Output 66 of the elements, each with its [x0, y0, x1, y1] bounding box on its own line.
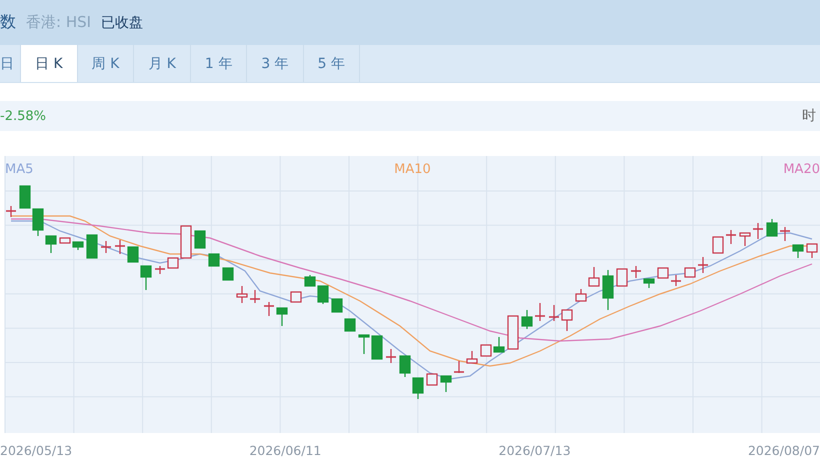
date-label: 2026/07/13	[498, 443, 571, 458]
candlestick	[698, 257, 708, 273]
candlestick	[561, 309, 573, 331]
candlestick	[72, 241, 84, 250]
candlestick	[155, 266, 165, 274]
candlestick	[358, 334, 370, 354]
candlestick	[399, 355, 411, 377]
candlestick	[440, 375, 452, 392]
candlestick	[276, 307, 288, 326]
candlestick	[631, 266, 641, 278]
candlestick	[264, 302, 274, 316]
candlestick	[140, 265, 152, 290]
candlestick	[507, 315, 519, 350]
candlestick	[86, 234, 98, 259]
candlestick	[236, 286, 248, 303]
candlestick	[602, 270, 614, 310]
candlestick	[290, 291, 302, 303]
change-percent: -2.58%	[0, 108, 46, 124]
candlestick	[657, 267, 669, 279]
period-tab[interactable]: 日	[0, 45, 21, 82]
candlestick	[331, 298, 343, 313]
candlestick	[792, 244, 804, 258]
candlestick	[222, 267, 234, 281]
candlestick	[575, 289, 587, 302]
candlestick	[684, 267, 696, 278]
candlestick	[671, 275, 681, 286]
candlestick	[344, 318, 356, 332]
candlestick	[588, 267, 600, 287]
legend-label: MA20	[782, 162, 820, 177]
candlestick	[127, 246, 139, 263]
candlestick	[208, 253, 220, 267]
date-label: 2026/08/07	[748, 443, 820, 458]
candlestick	[371, 335, 383, 360]
candlestick	[101, 241, 111, 253]
candlestick	[426, 373, 438, 386]
candlestick	[549, 305, 559, 321]
candlestick	[194, 230, 206, 249]
candlestick	[780, 227, 790, 241]
candlestick	[726, 230, 736, 244]
candlestick	[739, 232, 751, 246]
candlestick	[250, 290, 260, 303]
candlestick	[535, 303, 545, 321]
symbol-label: 香港: HSI	[26, 13, 92, 32]
date-label: 2026/06/11	[249, 443, 322, 458]
candlestick	[412, 377, 424, 399]
time-label: 时	[802, 107, 817, 125]
candlestick	[480, 344, 492, 357]
candlestick	[766, 219, 778, 237]
period-tab[interactable]: 日 K	[21, 45, 78, 82]
legend-label: MA5	[5, 162, 34, 177]
candlestick	[19, 185, 31, 209]
candlestick	[6, 206, 16, 217]
candlestick	[454, 361, 464, 373]
candlestick	[712, 236, 724, 254]
legend-label: MA10	[393, 162, 432, 177]
page-title: 数	[0, 12, 16, 33]
candlestick	[521, 310, 533, 329]
market-status: 已收盘	[101, 14, 144, 32]
date-label: 2026/05/13	[0, 443, 72, 458]
candlestick	[753, 223, 763, 239]
candlestick	[386, 349, 396, 363]
candlestick	[643, 278, 655, 288]
candlestick	[616, 268, 628, 287]
candlestick	[466, 351, 478, 364]
candlestick	[493, 337, 505, 353]
candlestick	[115, 240, 125, 254]
